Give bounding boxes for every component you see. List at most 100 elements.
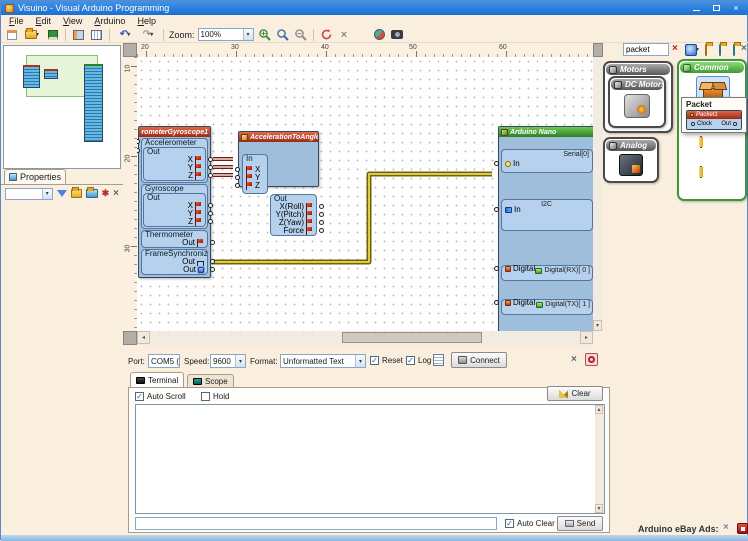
toggle-grid-icon[interactable] bbox=[89, 28, 104, 41]
scroll-left-arrow-icon[interactable]: ◂ bbox=[137, 331, 150, 344]
design-minimap[interactable] bbox=[3, 45, 121, 169]
pin-circle[interactable] bbox=[208, 173, 213, 178]
pin-circle[interactable] bbox=[235, 167, 240, 172]
pin-i2c-in[interactable]: In bbox=[502, 206, 552, 214]
pin-circle[interactable] bbox=[208, 219, 213, 224]
menu-help[interactable]: Help bbox=[132, 16, 161, 26]
save-project-icon[interactable] bbox=[45, 28, 60, 41]
auto-clear-checkbox[interactable]: ✓Auto Clear bbox=[505, 519, 555, 528]
palette-group-analog[interactable]: Analog bbox=[603, 137, 659, 183]
menu-edit[interactable]: Edit bbox=[31, 16, 57, 26]
pin-analog-out[interactable]: Out bbox=[142, 239, 207, 247]
palette-group-motors[interactable]: Motors DC Motors bbox=[603, 61, 673, 133]
disconnect-power-icon[interactable] bbox=[585, 353, 598, 366]
close-ads-icon[interactable]: × bbox=[723, 522, 729, 533]
close-palette-icon[interactable]: × bbox=[741, 43, 747, 54]
stop-ads-icon[interactable] bbox=[737, 523, 748, 534]
component-header[interactable]: Arduino Nano bbox=[499, 127, 593, 137]
pin-circle[interactable] bbox=[210, 240, 215, 245]
component-search-input[interactable] bbox=[623, 43, 669, 56]
pin-analog-in[interactable]: Z bbox=[243, 182, 267, 190]
pin-serial-in[interactable]: In bbox=[502, 160, 552, 168]
open-project-icon[interactable]: ▾ bbox=[22, 28, 42, 41]
pin-clock-out[interactable]: Out bbox=[142, 258, 207, 266]
menu-file[interactable]: File bbox=[4, 16, 29, 26]
terminal-scrollbar[interactable]: ▴ ▾ bbox=[595, 405, 604, 513]
terminal-output[interactable]: ▴ ▾ bbox=[135, 404, 605, 514]
hscroll-thumb[interactable] bbox=[342, 332, 482, 343]
delete-icon[interactable]: × bbox=[337, 28, 352, 41]
format-combobox[interactable]: Unformatted Text▾ bbox=[280, 354, 366, 368]
pin-circle[interactable] bbox=[319, 220, 324, 225]
palette-group-dc-motors[interactable]: DC Motors bbox=[608, 76, 666, 128]
zoom-in-icon[interactable] bbox=[257, 28, 272, 41]
pin-digital[interactable]: Digital bbox=[502, 265, 552, 273]
group-header[interactable]: Common bbox=[680, 62, 744, 73]
component-arduino-nano[interactable]: Arduino Nano Serial[0] In I2C In Digital… bbox=[498, 126, 593, 331]
zoom-out-icon[interactable] bbox=[293, 28, 308, 41]
pin-circle[interactable] bbox=[208, 157, 213, 162]
pin-digital[interactable]: Digital bbox=[502, 299, 552, 307]
tab-terminal[interactable]: Terminal bbox=[130, 372, 184, 387]
filter-icon[interactable] bbox=[57, 190, 67, 197]
pin-circle[interactable] bbox=[208, 165, 213, 170]
minimize-button[interactable] bbox=[687, 3, 705, 14]
design-canvas[interactable]: AccelerometerGyroscope1 Accelerometer Ou… bbox=[137, 57, 593, 331]
pin-packet-out-selected[interactable]: Out bbox=[142, 266, 207, 274]
new-category-icon[interactable] bbox=[705, 44, 707, 56]
camera-icon[interactable] bbox=[390, 28, 405, 41]
scroll-down-arrow-icon[interactable]: ▾ bbox=[595, 504, 603, 513]
clear-button[interactable]: Clear bbox=[547, 386, 603, 401]
pin-circle[interactable] bbox=[235, 175, 240, 180]
refresh-icon[interactable] bbox=[319, 28, 334, 41]
close-button[interactable]: × bbox=[727, 3, 745, 14]
pin-circle[interactable] bbox=[494, 207, 499, 212]
component-acceleration-to-angle[interactable]: AccelerationToAngle1 In X Y Z Out X(Roll… bbox=[238, 131, 319, 187]
send-button[interactable]: Send bbox=[557, 516, 603, 531]
component-header[interactable]: AccelerometerGyroscope1 bbox=[139, 127, 210, 137]
alpha-sort-icon[interactable] bbox=[86, 189, 97, 198]
pin-circle[interactable] bbox=[235, 183, 240, 188]
pin-circle[interactable] bbox=[319, 212, 324, 217]
pin-analog-out[interactable]: X bbox=[144, 202, 205, 210]
zoom-reset-icon[interactable] bbox=[275, 28, 290, 41]
pin-circle[interactable] bbox=[208, 203, 213, 208]
category-view-icon[interactable] bbox=[71, 189, 82, 198]
analog-component-icon[interactable] bbox=[619, 154, 643, 176]
log-file-icon[interactable] bbox=[433, 354, 444, 366]
new-project-icon[interactable] bbox=[4, 28, 19, 41]
reset-checkbox[interactable]: ✓Reset bbox=[370, 356, 403, 365]
pin-analog-out[interactable]: Y bbox=[144, 164, 205, 172]
terminal-settings-icon[interactable]: × bbox=[571, 354, 577, 365]
canvas-hscrollbar[interactable]: ◂ ▸ bbox=[137, 331, 593, 345]
scroll-up-arrow-icon[interactable]: ▴ bbox=[595, 405, 603, 414]
canvas-vscrollbar[interactable]: ▾ bbox=[593, 57, 603, 331]
pin-circle[interactable] bbox=[208, 211, 213, 216]
property-filter-combobox[interactable]: ▾ bbox=[5, 188, 53, 200]
component-accelerometer-gyroscope[interactable]: AccelerometerGyroscope1 Accelerometer Ou… bbox=[138, 126, 211, 278]
clear-search-icon[interactable]: × bbox=[672, 43, 678, 54]
scroll-down-arrow-icon[interactable]: ▾ bbox=[593, 320, 602, 331]
undo-icon[interactable]: ↶▾ bbox=[115, 28, 135, 41]
group-header[interactable]: Motors bbox=[606, 64, 670, 75]
pin-circle[interactable] bbox=[210, 259, 215, 264]
expand-categories-icon[interactable] bbox=[719, 44, 721, 56]
pin-circle[interactable] bbox=[319, 228, 324, 233]
log-checkbox[interactable]: ✓Log bbox=[406, 356, 431, 365]
auto-scroll-checkbox[interactable]: ✓Auto Scroll bbox=[135, 392, 186, 401]
zoom-combobox[interactable]: 100%▾ bbox=[198, 28, 254, 41]
expand-properties-icon[interactable]: ✱ bbox=[102, 188, 110, 199]
redo-icon[interactable]: ↷▾ bbox=[138, 28, 158, 41]
group-header[interactable]: Analog bbox=[606, 140, 656, 151]
help-web-icon[interactable] bbox=[372, 28, 387, 41]
palette-item-packet2[interactable] bbox=[700, 137, 702, 147]
pin-analog-out[interactable]: Force bbox=[271, 227, 316, 235]
pin-circle[interactable] bbox=[494, 300, 499, 305]
send-input[interactable] bbox=[135, 517, 497, 530]
pin-analog-out[interactable]: Z bbox=[144, 172, 205, 180]
speed-combobox[interactable]: 9600▾ bbox=[210, 354, 246, 368]
hold-checkbox[interactable]: Hold bbox=[201, 392, 229, 401]
pin-analog-out[interactable]: Y bbox=[144, 210, 205, 218]
connect-button[interactable]: Connect bbox=[451, 352, 507, 368]
pin-circle[interactable] bbox=[210, 267, 215, 272]
